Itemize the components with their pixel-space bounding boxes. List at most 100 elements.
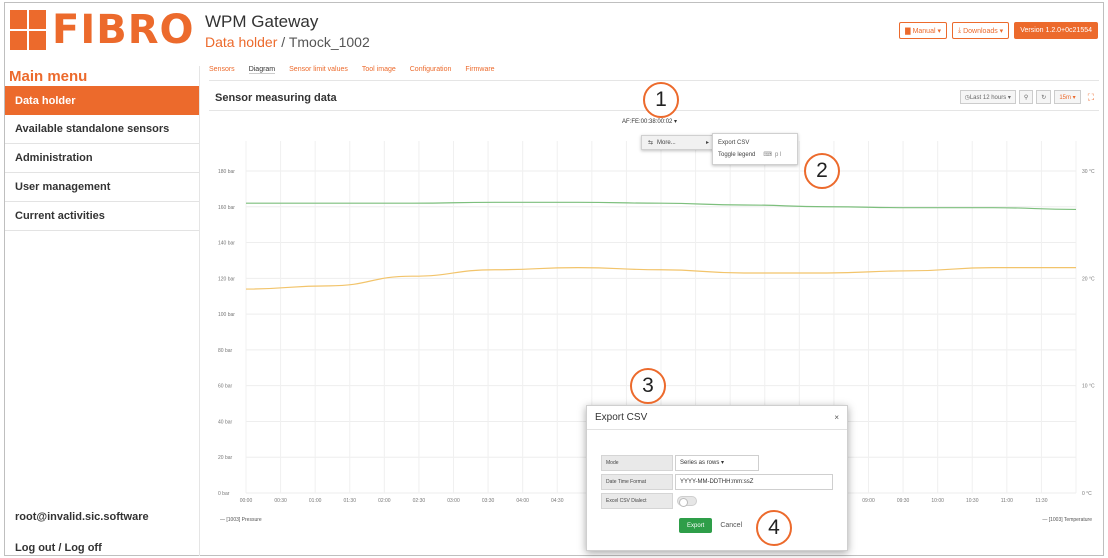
x-tick-label: 09:00 bbox=[862, 498, 875, 504]
x-tick-label: 00:00 bbox=[240, 498, 253, 504]
y-left-tick-label: 100 bar bbox=[218, 312, 235, 318]
legend-temperature: — [1003] Temperature bbox=[1042, 517, 1092, 523]
callout-2: 2 bbox=[804, 153, 840, 189]
mode-row: Mode Series as rows ▾ bbox=[601, 454, 833, 471]
device-selector[interactable]: AF:FE:00:38:00:02 ▾ bbox=[622, 118, 677, 125]
manual-button-label: Manual ▾ bbox=[912, 27, 941, 35]
refresh-interval-label: 15m ▾ bbox=[1059, 94, 1076, 101]
dialog-title: Export CSV bbox=[595, 412, 648, 423]
fullscreen-icon[interactable]: ⛶ bbox=[1088, 92, 1094, 103]
x-tick-label: 00:30 bbox=[274, 498, 287, 504]
version-button[interactable]: Version 1.2.0+0c21554 bbox=[1014, 22, 1098, 39]
sidebar-item-current-activities[interactable]: Current activities bbox=[5, 202, 199, 231]
logo-text: FIBRO bbox=[52, 7, 195, 53]
breadcrumb: Data holder / Tmock_1002 bbox=[205, 34, 370, 50]
close-icon[interactable]: × bbox=[834, 413, 839, 422]
y-left-tick-label: 120 bar bbox=[218, 276, 235, 282]
sidebar-title: Main menu bbox=[9, 68, 88, 85]
y-left-tick-label: 60 bar bbox=[218, 384, 233, 390]
x-tick-label: 09:30 bbox=[897, 498, 910, 504]
x-tick-label: 11:00 bbox=[1001, 498, 1013, 504]
dialog-form: Mode Series as rows ▾ Date Time Format Y… bbox=[601, 454, 833, 511]
y-left-tick-label: 80 bar bbox=[218, 348, 233, 354]
tab-sensors[interactable]: Sensors bbox=[209, 66, 235, 74]
user-email: root@invalid.sic.software bbox=[15, 511, 149, 523]
version-button-label: Version 1.2.0+0c21554 bbox=[1020, 27, 1092, 34]
callout-3: 3 bbox=[630, 368, 666, 404]
excel-dialect-toggle[interactable] bbox=[677, 495, 697, 507]
sidebar-item-administration[interactable]: Administration bbox=[5, 144, 199, 173]
fibro-logo: FIBRO bbox=[10, 10, 195, 50]
tab-diagram[interactable]: Diagram bbox=[248, 66, 276, 74]
dialog-actions: Export Cancel bbox=[679, 518, 742, 533]
tab-sensor-limit-values[interactable]: Sensor limit values bbox=[289, 66, 348, 74]
x-tick-label: 02:30 bbox=[413, 498, 426, 504]
x-tick-label: 03:00 bbox=[447, 498, 460, 504]
export-csv-dialog: Export CSV × Mode Series as rows ▾ Date … bbox=[586, 405, 848, 551]
tab-tool-image[interactable]: Tool image bbox=[362, 66, 396, 74]
datetime-format-label: Date Time Format bbox=[601, 473, 673, 490]
panel-toolbar: ◷ Last 12 hours ▾ ⚲ ↻ 15m ▾ ⛶ bbox=[959, 90, 1094, 104]
manual-button[interactable]: ▇ Manual ▾ bbox=[899, 22, 947, 39]
excel-dialect-label: Excel CSV Dialect bbox=[601, 492, 673, 509]
y-left-tick-label: 180 bar bbox=[218, 169, 235, 175]
x-tick-label: 01:30 bbox=[343, 498, 356, 504]
x-tick-label: 02:00 bbox=[378, 498, 391, 504]
refresh-button[interactable]: ↻ bbox=[1036, 90, 1052, 104]
y-left-tick-label: 160 bar bbox=[218, 205, 235, 211]
more-menu-label: More... bbox=[657, 139, 676, 146]
logout-link[interactable]: Log out / Log off bbox=[5, 542, 200, 554]
refresh-icon: ↻ bbox=[1041, 94, 1047, 101]
tab-bar: Sensors Diagram Sensor limit values Tool… bbox=[209, 66, 495, 74]
y-right-tick-label: 0 °C bbox=[1082, 491, 1092, 497]
sidebar-item-data-holder[interactable]: Data holder bbox=[5, 86, 199, 115]
chevron-right-icon: ▸ bbox=[705, 140, 709, 146]
toggle-legend-shortcut: p l bbox=[775, 152, 782, 158]
breadcrumb-data-holder-link[interactable]: Data holder bbox=[205, 34, 277, 50]
x-tick-label: 10:30 bbox=[966, 498, 979, 504]
excel-dialect-row: Excel CSV Dialect bbox=[601, 492, 833, 509]
toggle-legend-menu-item[interactable]: Toggle legend ⌨ p l bbox=[718, 149, 792, 161]
sidebar: Main menu Data holder Available standalo… bbox=[5, 66, 200, 556]
panel-title: Sensor measuring data bbox=[215, 92, 337, 104]
download-icon: ⤓ bbox=[957, 26, 962, 34]
y-left-tick-label: 0 bar bbox=[218, 491, 230, 497]
cancel-button[interactable]: Cancel bbox=[720, 522, 742, 529]
mode-select[interactable]: Series as rows ▾ bbox=[675, 454, 759, 471]
export-button[interactable]: Export bbox=[679, 518, 713, 533]
y-right-tick-label: 30 °C bbox=[1082, 169, 1095, 175]
tab-firmware[interactable]: Firmware bbox=[465, 66, 494, 74]
x-tick-label: 10:00 bbox=[931, 498, 944, 504]
logo-mark-icon bbox=[10, 10, 46, 50]
callout-1: 1 bbox=[643, 82, 679, 118]
time-range-label: Last 12 hours ▾ bbox=[969, 94, 1011, 101]
x-tick-label: 11:30 bbox=[1035, 498, 1047, 504]
y-right-tick-label: 20 °C bbox=[1082, 276, 1095, 282]
zoom-icon: ⚲ bbox=[1023, 94, 1029, 101]
tabs-divider bbox=[209, 80, 1099, 81]
x-tick-label: 01:00 bbox=[309, 498, 322, 504]
tab-configuration[interactable]: Configuration bbox=[410, 66, 452, 74]
sidebar-item-standalone-sensors[interactable]: Available standalone sensors bbox=[5, 115, 199, 144]
downloads-button-label: Downloads ▾ bbox=[963, 27, 1004, 35]
book-icon: ▇ bbox=[905, 27, 911, 35]
downloads-button[interactable]: ⤓ Downloads ▾ bbox=[951, 22, 1010, 39]
breadcrumb-current: Tmock_1002 bbox=[288, 34, 370, 50]
y-left-tick-label: 40 bar bbox=[218, 419, 233, 425]
mode-label: Mode bbox=[601, 454, 673, 471]
x-tick-label: 03:30 bbox=[482, 498, 495, 504]
datetime-format-input[interactable]: YYYY-MM-DDTHH:mm:ssZ bbox=[675, 473, 833, 490]
x-tick-label: 04:30 bbox=[551, 498, 564, 504]
callout-4: 4 bbox=[756, 510, 792, 546]
more-menu-item[interactable]: ⇆ More... ▸ bbox=[641, 135, 716, 150]
refresh-interval-picker[interactable]: 15m ▾ bbox=[1054, 90, 1081, 104]
app-title: WPM Gateway bbox=[205, 12, 319, 31]
zoom-button[interactable]: ⚲ bbox=[1018, 90, 1034, 104]
sidebar-item-user-management[interactable]: User management bbox=[5, 173, 199, 202]
export-csv-menu-item[interactable]: Export CSV bbox=[718, 137, 792, 149]
header-buttons: ▇ Manual ▾ ⤓ Downloads ▾ Version 1.2.0+0c2… bbox=[899, 22, 1098, 39]
time-range-picker[interactable]: ◷ Last 12 hours ▾ bbox=[959, 90, 1016, 104]
legend-pressure: — [1003] Pressure bbox=[220, 517, 262, 523]
breadcrumb-separator: / bbox=[277, 34, 289, 50]
y-right-tick-label: 10 °C bbox=[1082, 384, 1095, 390]
